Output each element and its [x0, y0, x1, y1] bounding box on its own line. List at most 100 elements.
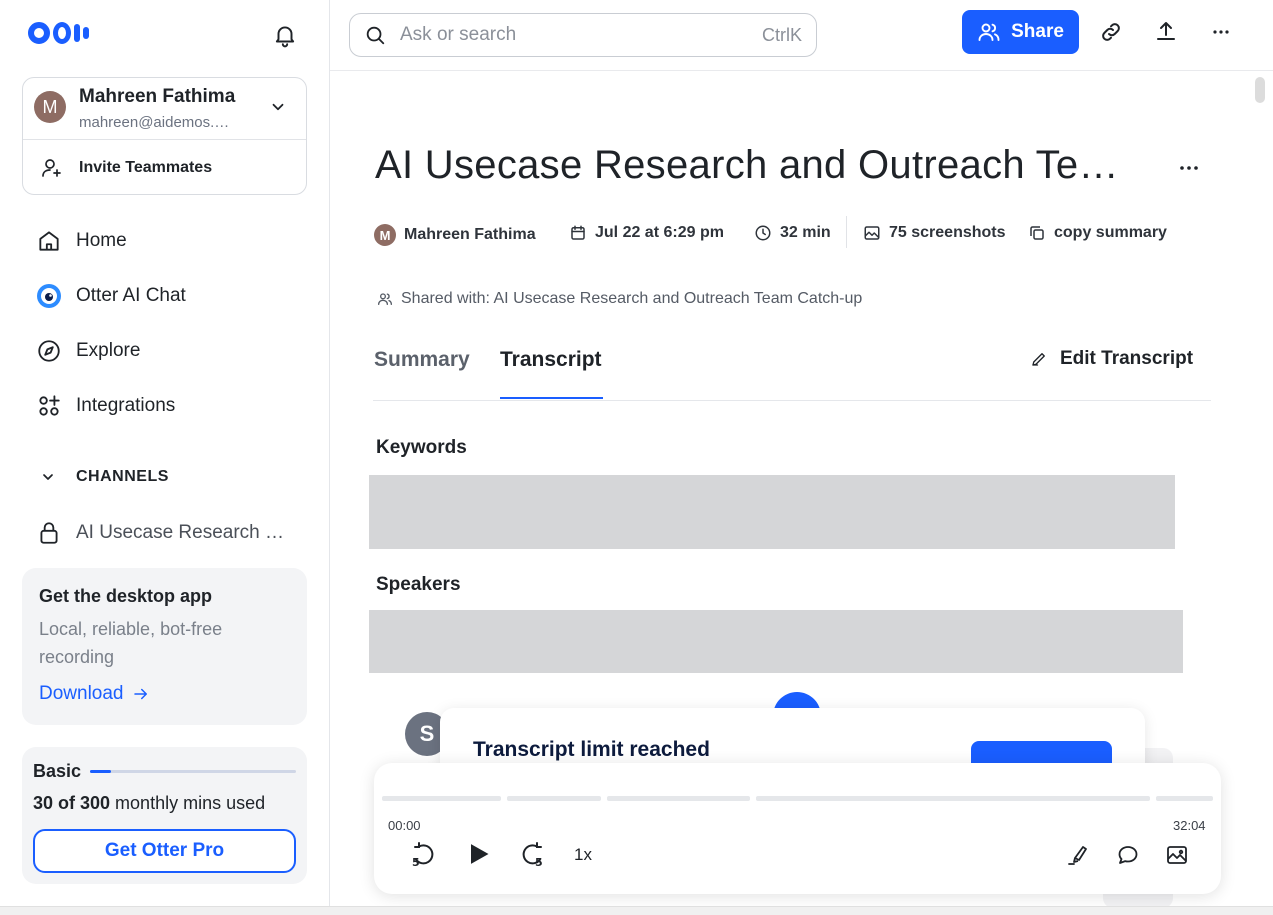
- screenshots-count: 75 screenshots: [889, 224, 1006, 241]
- shared-with[interactable]: Shared with: AI Usecase Research and Out…: [377, 290, 862, 308]
- share-button[interactable]: Share: [962, 10, 1079, 54]
- invite-teammates-button[interactable]: Invite Teammates: [79, 159, 212, 177]
- clock-icon: [754, 224, 772, 242]
- sidebar-item-otter-ai-chat[interactable]: Otter AI Chat: [36, 283, 186, 309]
- playback-speed-button[interactable]: 1x: [574, 845, 592, 865]
- comment-icon[interactable]: [1116, 843, 1140, 867]
- timeline-segment[interactable]: [382, 796, 501, 801]
- divider: [23, 139, 306, 140]
- owner-avatar: M: [374, 224, 396, 246]
- lock-icon: [36, 520, 62, 546]
- tab-transcript[interactable]: Transcript: [500, 348, 602, 372]
- meta-duration: 32 min: [754, 224, 831, 242]
- svg-text:5: 5: [535, 856, 543, 867]
- search-icon: [364, 24, 386, 46]
- total-time: 32:04: [1173, 818, 1206, 833]
- arrow-right-icon: [132, 685, 150, 703]
- svg-text:5: 5: [412, 856, 420, 867]
- add-user-icon: [40, 156, 64, 180]
- highlighter-icon[interactable]: [1066, 843, 1090, 867]
- usage-progress-bar: [90, 770, 296, 773]
- download-link[interactable]: Download: [39, 683, 150, 705]
- avatar[interactable]: M: [34, 91, 66, 123]
- window-bottom-edge: [0, 906, 1273, 915]
- more-options-icon[interactable]: [1209, 20, 1233, 44]
- export-upload-icon[interactable]: [1154, 19, 1178, 43]
- tab-summary[interactable]: Summary: [374, 348, 470, 372]
- sidebar-item-integrations[interactable]: Integrations: [36, 393, 175, 419]
- sidebar-item-label: Home: [76, 230, 127, 251]
- sidebar: M Mahreen Fathima mahreen@aidemos.… Invi…: [0, 0, 330, 906]
- title-more-options-icon[interactable]: [1177, 156, 1201, 180]
- users-icon: [377, 291, 393, 307]
- link-icon[interactable]: [1099, 20, 1123, 44]
- limit-title: Transcript limit reached: [473, 738, 710, 761]
- screenshots-button[interactable]: 75 screenshots: [863, 224, 1006, 242]
- search-input[interactable]: Ask or search: [400, 24, 748, 46]
- search-bar[interactable]: Ask or search CtrlK: [349, 13, 817, 57]
- active-tab-indicator: [500, 397, 603, 399]
- otter-chat-icon: [36, 283, 62, 309]
- compass-icon: [36, 338, 62, 364]
- channels-heading: CHANNELS: [76, 468, 169, 485]
- desktop-app-promo: Get the desktop app Local, reliable, bot…: [22, 568, 307, 725]
- account-chevron-down-icon[interactable]: [269, 98, 287, 116]
- sidebar-item-label: Otter AI Chat: [76, 285, 186, 306]
- promo-title: Get the desktop app: [39, 586, 213, 606]
- image-icon[interactable]: [1165, 843, 1189, 867]
- chevron-down-icon: [40, 469, 56, 485]
- sidebar-item-home[interactable]: Home: [36, 228, 127, 254]
- search-shortcut: CtrlK: [762, 24, 802, 45]
- user-name: Mahreen Fathima: [79, 86, 236, 107]
- speakers-heading: Speakers: [376, 574, 461, 595]
- copy-summary-button[interactable]: copy summary: [1028, 224, 1167, 242]
- user-email: mahreen@aidemos.…: [79, 114, 230, 131]
- meta-date: Jul 22 at 6:29 pm: [569, 224, 724, 242]
- meta-owner[interactable]: M Mahreen Fathima: [374, 224, 536, 246]
- apps-plus-icon: [36, 393, 62, 419]
- plan-name: Basic: [33, 761, 82, 781]
- skip-forward-5-icon[interactable]: 5: [520, 841, 546, 867]
- page-title: AI Usecase Research and Outreach Te…: [375, 143, 1119, 187]
- play-icon[interactable]: [464, 840, 492, 868]
- sidebar-item-label: AI Usecase Research …: [76, 522, 285, 543]
- usage-text: 30 of 300 monthly mins used: [33, 793, 266, 813]
- timeline-segment[interactable]: [607, 796, 750, 801]
- home-icon: [36, 228, 62, 254]
- sidebar-item-channel[interactable]: AI Usecase Research …: [36, 520, 284, 546]
- copy-summary-label: copy summary: [1054, 224, 1167, 241]
- speakers-redacted: [369, 610, 1183, 673]
- current-time: 00:00: [388, 818, 421, 833]
- get-otter-pro-button[interactable]: Get Otter Pro: [33, 829, 296, 873]
- share-label: Share: [1011, 21, 1064, 42]
- download-label: Download: [39, 683, 124, 704]
- sidebar-item-explore[interactable]: Explore: [36, 338, 140, 364]
- channels-section-toggle[interactable]: CHANNELS: [40, 468, 169, 486]
- timeline-segment[interactable]: [1156, 796, 1213, 801]
- audio-player: 00:00 32:04 5 5 1x: [374, 763, 1221, 894]
- account-card: M Mahreen Fathima mahreen@aidemos.… Invi…: [22, 77, 307, 195]
- meeting-duration: 32 min: [780, 224, 831, 241]
- sidebar-item-label: Integrations: [76, 395, 176, 416]
- copy-icon: [1028, 224, 1046, 242]
- shared-with-text: Shared with: AI Usecase Research and Out…: [401, 290, 863, 307]
- plan-usage-card: Basic 30 of 300 monthly mins used Get Ot…: [22, 747, 307, 884]
- meta-divider: [846, 216, 847, 248]
- users-icon: [977, 20, 1001, 44]
- owner-name: Mahreen Fathima: [404, 226, 536, 243]
- notifications-bell-icon[interactable]: [272, 22, 298, 48]
- keywords-heading: Keywords: [376, 437, 467, 458]
- pencil-icon: [1030, 350, 1048, 368]
- topbar-divider: [330, 70, 1273, 71]
- timeline-segment[interactable]: [756, 796, 1150, 801]
- skip-back-5-icon[interactable]: 5: [410, 841, 436, 867]
- image-icon: [863, 224, 881, 242]
- promo-subtitle: Local, reliable, bot-free recording: [39, 619, 223, 667]
- timeline-segment[interactable]: [507, 796, 601, 801]
- otter-logo[interactable]: [28, 22, 89, 44]
- scrollbar-thumb[interactable]: [1255, 77, 1265, 103]
- edit-transcript-button[interactable]: Edit Transcript: [1030, 348, 1193, 370]
- calendar-icon: [569, 224, 587, 242]
- keywords-redacted: [369, 475, 1175, 549]
- meeting-date: Jul 22 at 6:29 pm: [595, 224, 724, 241]
